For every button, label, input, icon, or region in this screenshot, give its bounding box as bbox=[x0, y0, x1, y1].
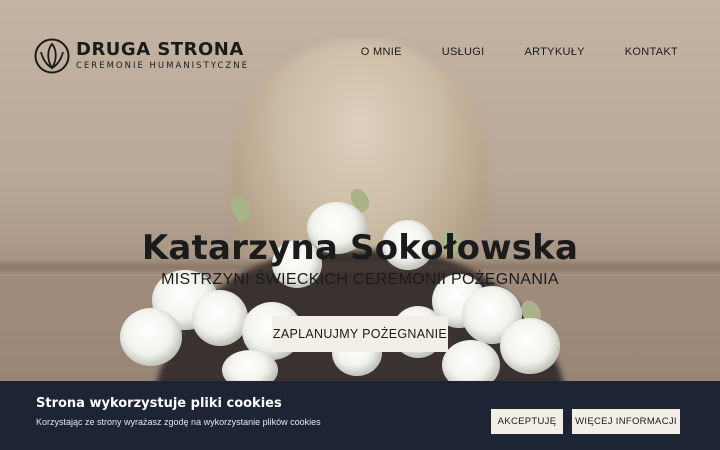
cookie-title: Strona wykorzystuje pliki cookies bbox=[36, 396, 282, 411]
flower bbox=[120, 308, 182, 366]
flower bbox=[192, 290, 248, 346]
nav-item-uslugi[interactable]: USŁUGI bbox=[442, 46, 485, 58]
nav-item-o-mnie[interactable]: O MNIE bbox=[361, 46, 402, 58]
flower-bouquet bbox=[112, 185, 562, 390]
nav-item-artykuly[interactable]: ARTYKUŁY bbox=[524, 46, 584, 58]
main-nav: O MNIE USŁUGI ARTYKUŁY KONTAKT bbox=[321, 46, 678, 58]
cookie-text: Korzystając ze strony wyrażasz zgodę na … bbox=[36, 417, 321, 427]
cookie-banner: Strona wykorzystuje pliki cookies Korzys… bbox=[0, 381, 720, 450]
more-info-button[interactable]: WIĘCEJ INFORMACJI bbox=[572, 409, 680, 434]
hero-title: Katarzyna Sokołowska bbox=[141, 228, 579, 268]
accept-cookies-button[interactable]: AKCEPTUJĘ bbox=[491, 409, 563, 434]
leaf bbox=[226, 192, 256, 224]
logo-text: DRUGA STRONA CEREMONIE HUMANISTYCZNE bbox=[76, 40, 249, 72]
nav-item-kontakt[interactable]: KONTAKT bbox=[625, 46, 678, 58]
flower bbox=[500, 318, 560, 374]
lotus-leaf-icon bbox=[34, 38, 70, 74]
hero-subtitle: MISTRZYNI ŚWIECKICH CEREMONII POŻEGNANIA bbox=[161, 271, 559, 288]
site-logo[interactable]: DRUGA STRONA CEREMONIE HUMANISTYCZNE bbox=[34, 38, 249, 74]
brand-subtitle: CEREMONIE HUMANISTYCZNE bbox=[76, 61, 249, 71]
plan-farewell-button[interactable]: ZAPLANUJMY POŻEGNANIE bbox=[272, 316, 448, 352]
brand-title: DRUGA STRONA bbox=[76, 39, 244, 60]
